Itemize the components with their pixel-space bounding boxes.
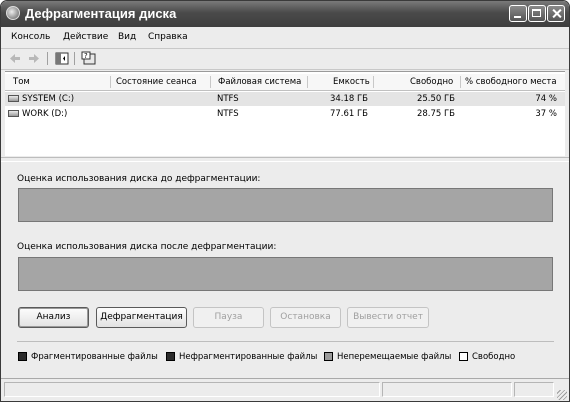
- status-panel: [4, 382, 380, 397]
- resize-grip-icon[interactable]: [557, 390, 567, 400]
- minimize-button[interactable]: [509, 5, 527, 22]
- cell-free-percent: 74 %: [535, 94, 557, 104]
- menu-console[interactable]: Консоль: [11, 32, 50, 42]
- toolbar-separator: [74, 52, 75, 65]
- toolbar: ?: [1, 48, 569, 70]
- analyze-button[interactable]: Анализ: [18, 307, 89, 328]
- cell-fs: NTFS: [217, 109, 239, 119]
- cell-capacity: 77.61 ГБ: [329, 109, 368, 119]
- free-space-swatch: [459, 352, 468, 361]
- before-analysis-label: Оценка использования диска до дефрагмент…: [17, 174, 261, 184]
- legend-free-space: Свободно: [472, 352, 516, 362]
- close-button[interactable]: [547, 5, 565, 22]
- cell-volume: WORK (D:): [22, 109, 68, 119]
- column-header-capacity[interactable]: Емкость: [333, 77, 370, 91]
- cell-capacity: 34.18 ГБ: [329, 94, 368, 104]
- legend-separator: [17, 341, 554, 342]
- after-analysis-label: Оценка использования диска после дефрагм…: [17, 242, 277, 252]
- legend-contiguous: Нефрагментированные файлы: [179, 352, 318, 362]
- status-panel: [514, 382, 554, 397]
- cell-free: 25.50 ГБ: [416, 94, 455, 104]
- forward-arrow-icon[interactable]: [26, 51, 42, 66]
- legend-fragmented: Фрагментированные файлы: [31, 352, 158, 362]
- column-header-volume[interactable]: Том: [13, 77, 30, 91]
- menu-help[interactable]: Справка: [148, 32, 188, 42]
- maximize-button[interactable]: [528, 5, 546, 22]
- window-title: Дефрагментация диска: [25, 6, 177, 21]
- legend-unmovable: Неперемещаемые файлы: [337, 352, 452, 362]
- column-divider[interactable]: [210, 76, 211, 88]
- menu-action[interactable]: Действие: [63, 32, 108, 42]
- svg-text:?: ?: [84, 52, 88, 60]
- show-hide-tree-icon[interactable]: [54, 51, 70, 66]
- defrag-window: Дефрагментация диска Консоль Действие Ви…: [0, 0, 570, 402]
- cell-volume: SYSTEM (C:): [22, 94, 75, 104]
- title-bar[interactable]: Дефрагментация диска: [1, 1, 569, 27]
- defragment-button[interactable]: Дефрагментация: [96, 307, 187, 328]
- menu-view[interactable]: Вид: [118, 32, 136, 42]
- column-header-fs[interactable]: Файловая система: [218, 77, 301, 91]
- column-header-state[interactable]: Состояние сеанса: [116, 77, 197, 91]
- column-header-free-percent[interactable]: % свободного места: [465, 77, 557, 91]
- back-arrow-icon[interactable]: [7, 51, 23, 66]
- fragmented-swatch: [18, 352, 27, 361]
- drive-icon: [8, 95, 19, 102]
- status-panel: [382, 382, 512, 397]
- volume-list[interactable]: Том Состояние сеанса Файловая система Ем…: [5, 71, 565, 156]
- cell-fs: NTFS: [217, 94, 239, 104]
- app-icon[interactable]: [6, 6, 20, 20]
- drive-icon: [8, 110, 19, 117]
- menu-bar: Консоль Действие Вид Справка: [1, 28, 569, 46]
- cell-free-percent: 37 %: [535, 109, 557, 119]
- stop-button[interactable]: Остановка: [270, 307, 341, 328]
- cell-free: 28.75 ГБ: [416, 109, 455, 119]
- unmovable-swatch: [324, 352, 333, 361]
- after-usage-display: [18, 257, 553, 291]
- column-divider[interactable]: [307, 76, 308, 88]
- column-divider[interactable]: [373, 76, 374, 88]
- contiguous-swatch: [166, 352, 175, 361]
- volume-row-c[interactable]: SYSTEM (C:) NTFS 34.18 ГБ 25.50 ГБ 74 %: [5, 92, 565, 106]
- volume-row-d[interactable]: WORK (D:) NTFS 77.61 ГБ 28.75 ГБ 37 %: [5, 107, 565, 121]
- pause-button[interactable]: Пауза: [193, 307, 264, 328]
- before-usage-display: [18, 188, 553, 222]
- help-icon[interactable]: ?: [81, 51, 97, 66]
- status-bar: [1, 378, 569, 401]
- pane-splitter[interactable]: [1, 157, 569, 162]
- column-header-free[interactable]: Свободно: [410, 77, 453, 91]
- toolbar-separator: [47, 52, 48, 65]
- column-divider[interactable]: [460, 76, 461, 88]
- view-report-button[interactable]: Вывести отчет: [347, 307, 429, 328]
- volume-list-header: Том Состояние сеанса Файловая система Ем…: [5, 74, 565, 91]
- column-divider[interactable]: [110, 76, 111, 88]
